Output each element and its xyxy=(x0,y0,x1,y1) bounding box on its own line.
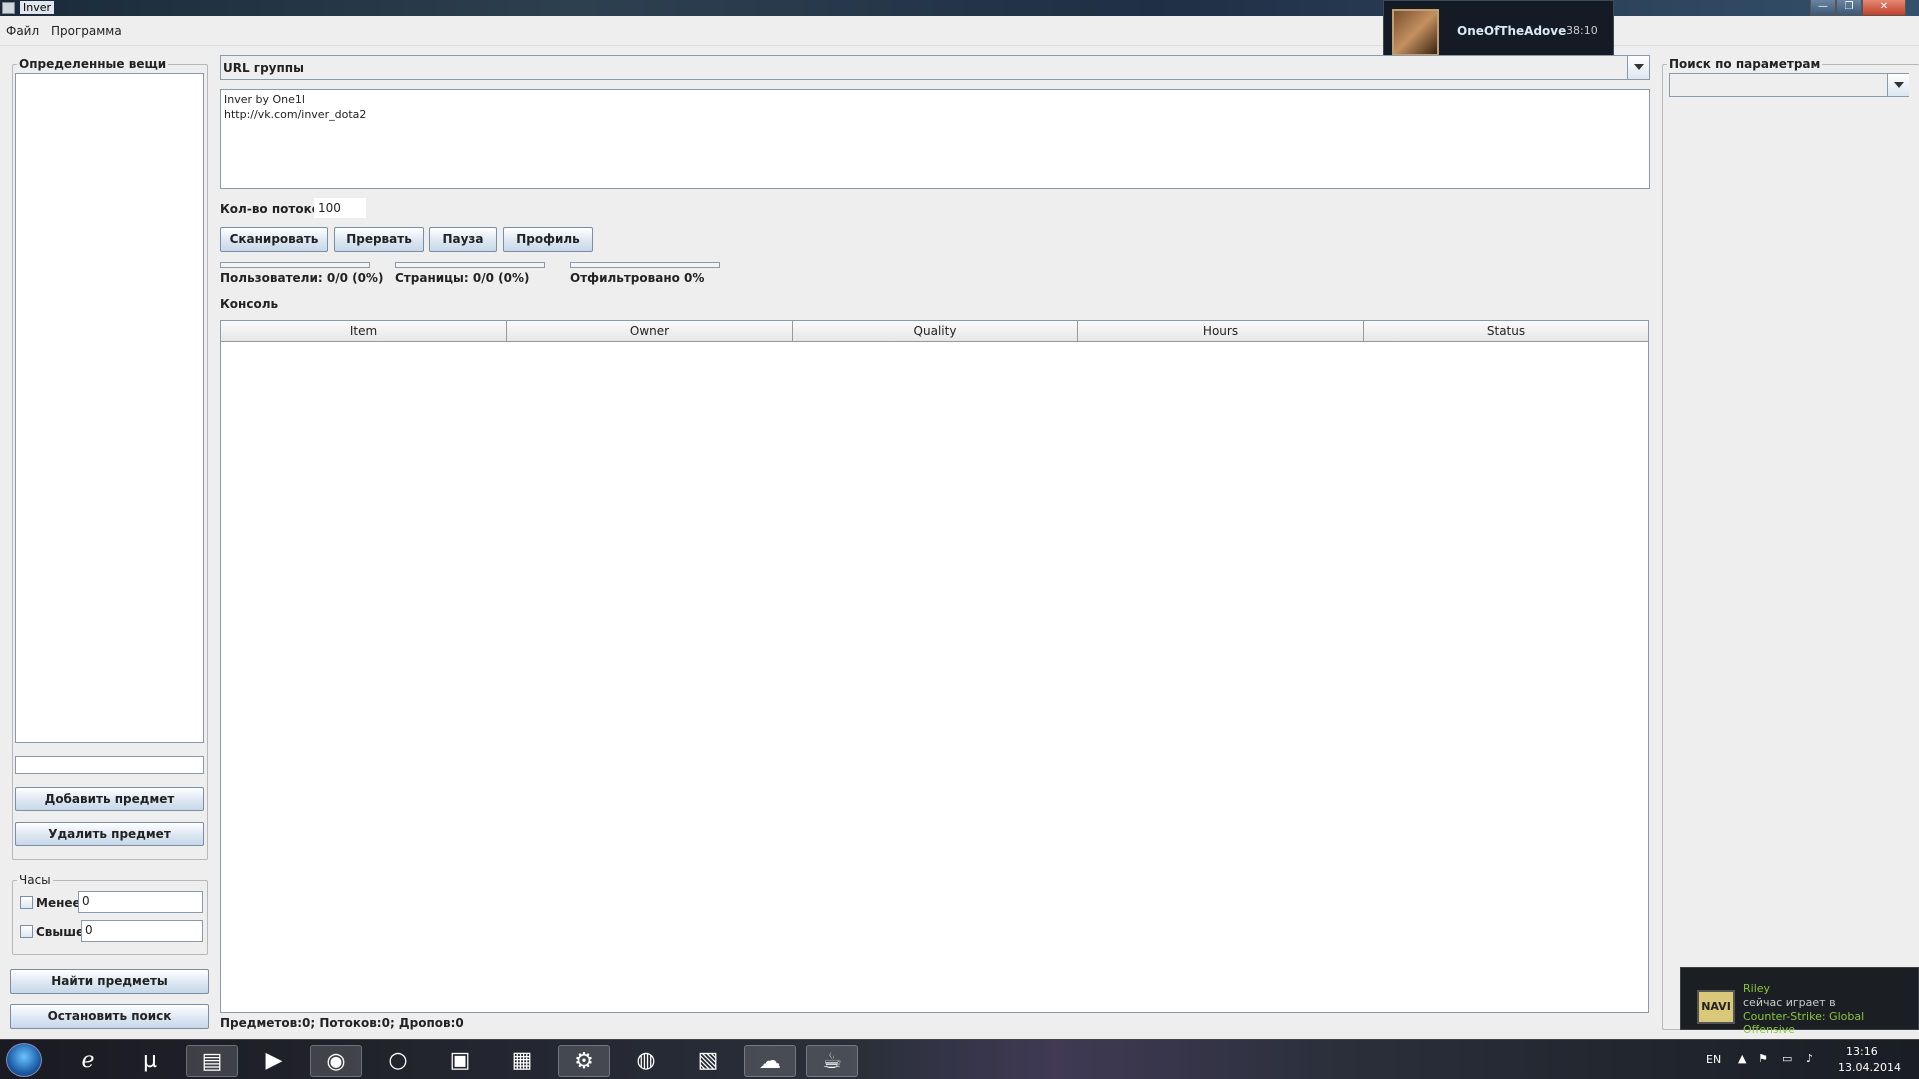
menu-bar: Файл Программа xyxy=(0,16,1919,46)
game-icon[interactable]: ▣ xyxy=(434,1045,486,1077)
add-item-button[interactable]: Добавить предмет xyxy=(15,787,204,811)
filtered-progress xyxy=(570,262,720,268)
url-combo[interactable]: URL группы xyxy=(220,55,1650,80)
clock-time[interactable]: 13:16 xyxy=(1846,1045,1878,1058)
network-icon[interactable]: ▭ xyxy=(1782,1052,1792,1065)
action-center-icon[interactable]: ⚑ xyxy=(1758,1052,1768,1065)
search-params-combo[interactable] xyxy=(1669,73,1909,97)
explorer-icon[interactable]: ▤ xyxy=(186,1045,238,1077)
users-progress xyxy=(220,262,370,268)
start-button[interactable] xyxy=(6,1043,42,1077)
opera-icon[interactable]: ○ xyxy=(372,1045,424,1077)
more-label: Свыше xyxy=(36,925,85,939)
abort-button[interactable]: Прервать xyxy=(334,227,424,252)
items-list[interactable] xyxy=(15,73,204,743)
java-icon[interactable]: ☕ xyxy=(806,1045,858,1077)
results-table[interactable]: Item Owner Quality Hours Status xyxy=(220,320,1649,1013)
steam-icon[interactable]: ⚙ xyxy=(558,1045,610,1077)
more-checkbox[interactable] xyxy=(20,925,33,938)
steam-friend-toast[interactable]: NAVI Riley сейчас играет в Counter-Strik… xyxy=(1680,967,1919,1036)
taskbar: ℯ µ ▤ ▶ ◉ ○ ▣ ▦ ⚙ ◍ ▧ ☁ ☕ EN ▲ ⚑ ▭ ♪ 13:… xyxy=(0,1039,1919,1079)
remove-item-button[interactable]: Удалить предмет xyxy=(15,822,204,846)
column-header-hours[interactable]: Hours xyxy=(1078,321,1364,342)
column-header-item[interactable]: Item xyxy=(221,321,507,342)
menu-file[interactable]: Файл xyxy=(6,24,39,38)
friend-name: OneOfTheAdove xyxy=(1457,24,1567,38)
minimize-button[interactable]: — xyxy=(1810,0,1836,16)
language-indicator[interactable]: EN xyxy=(1706,1053,1721,1066)
scan-button[interactable]: Сканировать xyxy=(220,227,328,252)
hours-group-title: Часы xyxy=(17,873,53,887)
friend-time: 38:10 xyxy=(1566,24,1598,37)
tray-expand-icon[interactable]: ▲ xyxy=(1738,1052,1746,1065)
stop-search-button[interactable]: Остановить поиск xyxy=(10,1004,209,1029)
clock-date[interactable]: 13.04.2014 xyxy=(1838,1061,1901,1074)
find-items-button[interactable]: Найти предметы xyxy=(10,969,209,994)
column-header-status[interactable]: Status xyxy=(1364,321,1648,342)
url-group-label: URL группы xyxy=(223,61,304,75)
navi-logo: NAVI xyxy=(1697,990,1735,1024)
chrome-icon[interactable]: ◉ xyxy=(310,1045,362,1077)
search-params-title: Поиск по параметрам xyxy=(1667,57,1823,71)
less-input[interactable]: 0 xyxy=(78,891,203,913)
chevron-down-icon[interactable] xyxy=(1887,74,1909,96)
less-label: Менее xyxy=(36,896,81,910)
friend-toast-name: Riley xyxy=(1743,982,1771,995)
profile-button[interactable]: Профиль xyxy=(503,227,593,252)
console-label: Консоль xyxy=(220,297,279,311)
more-input[interactable]: 0 xyxy=(81,920,203,942)
pages-progress xyxy=(395,262,545,268)
ie-icon[interactable]: ℯ xyxy=(62,1045,114,1077)
menu-program[interactable]: Программа xyxy=(51,24,122,38)
steam-notification[interactable]: OneOfTheAdove 38:10 xyxy=(1383,0,1614,63)
volume-icon[interactable]: ♪ xyxy=(1806,1052,1813,1065)
close-button[interactable]: ✕ xyxy=(1862,0,1906,16)
skype-icon[interactable]: ☁ xyxy=(744,1045,796,1077)
users-progress-label: Пользователи: 0/0 (0%) xyxy=(220,271,384,285)
app-icon xyxy=(2,2,15,14)
pause-button[interactable]: Пауза xyxy=(429,227,497,252)
window-titlebar[interactable]: Inver — ❐ ✕ xyxy=(0,0,1919,16)
utorrent-icon[interactable]: µ xyxy=(124,1045,176,1077)
friend-avatar xyxy=(1392,9,1439,56)
column-header-quality[interactable]: Quality xyxy=(793,321,1078,342)
photoshop-icon[interactable]: ▦ xyxy=(496,1045,548,1077)
pages-progress-label: Страницы: 0/0 (0%) xyxy=(395,271,530,285)
url-text-line1: Inver by One1l xyxy=(224,93,305,106)
filtered-progress-label: Отфильтровано 0% xyxy=(570,271,705,285)
item-input[interactable] xyxy=(15,756,204,774)
less-checkbox[interactable] xyxy=(20,896,33,909)
search-params-group: Поиск по параметрам xyxy=(1662,57,1919,1030)
url-text-line2: http://vk.com/inver_dota2 xyxy=(224,108,367,121)
maximize-button[interactable]: ❐ xyxy=(1836,0,1862,16)
window-title: Inver xyxy=(20,1,55,14)
threads-input[interactable]: 100 xyxy=(314,198,366,218)
items-group-title: Определенные вещи xyxy=(17,57,169,71)
friend-toast-status: сейчас играет в xyxy=(1743,996,1836,1009)
url-textarea[interactable]: Inver by One1l http://vk.com/inver_dota2 xyxy=(220,89,1650,189)
chevron-down-icon[interactable] xyxy=(1627,56,1649,79)
friend-toast-game: Counter-Strike: Global Offensive xyxy=(1743,1010,1865,1036)
status-bar: Предметов:0; Потоков:0; Дропов:0 xyxy=(220,1016,464,1030)
tool-icon[interactable]: ▧ xyxy=(682,1045,734,1077)
globe-icon[interactable]: ◍ xyxy=(620,1045,672,1077)
media-player-icon[interactable]: ▶ xyxy=(248,1045,300,1077)
column-header-owner[interactable]: Owner xyxy=(507,321,793,342)
